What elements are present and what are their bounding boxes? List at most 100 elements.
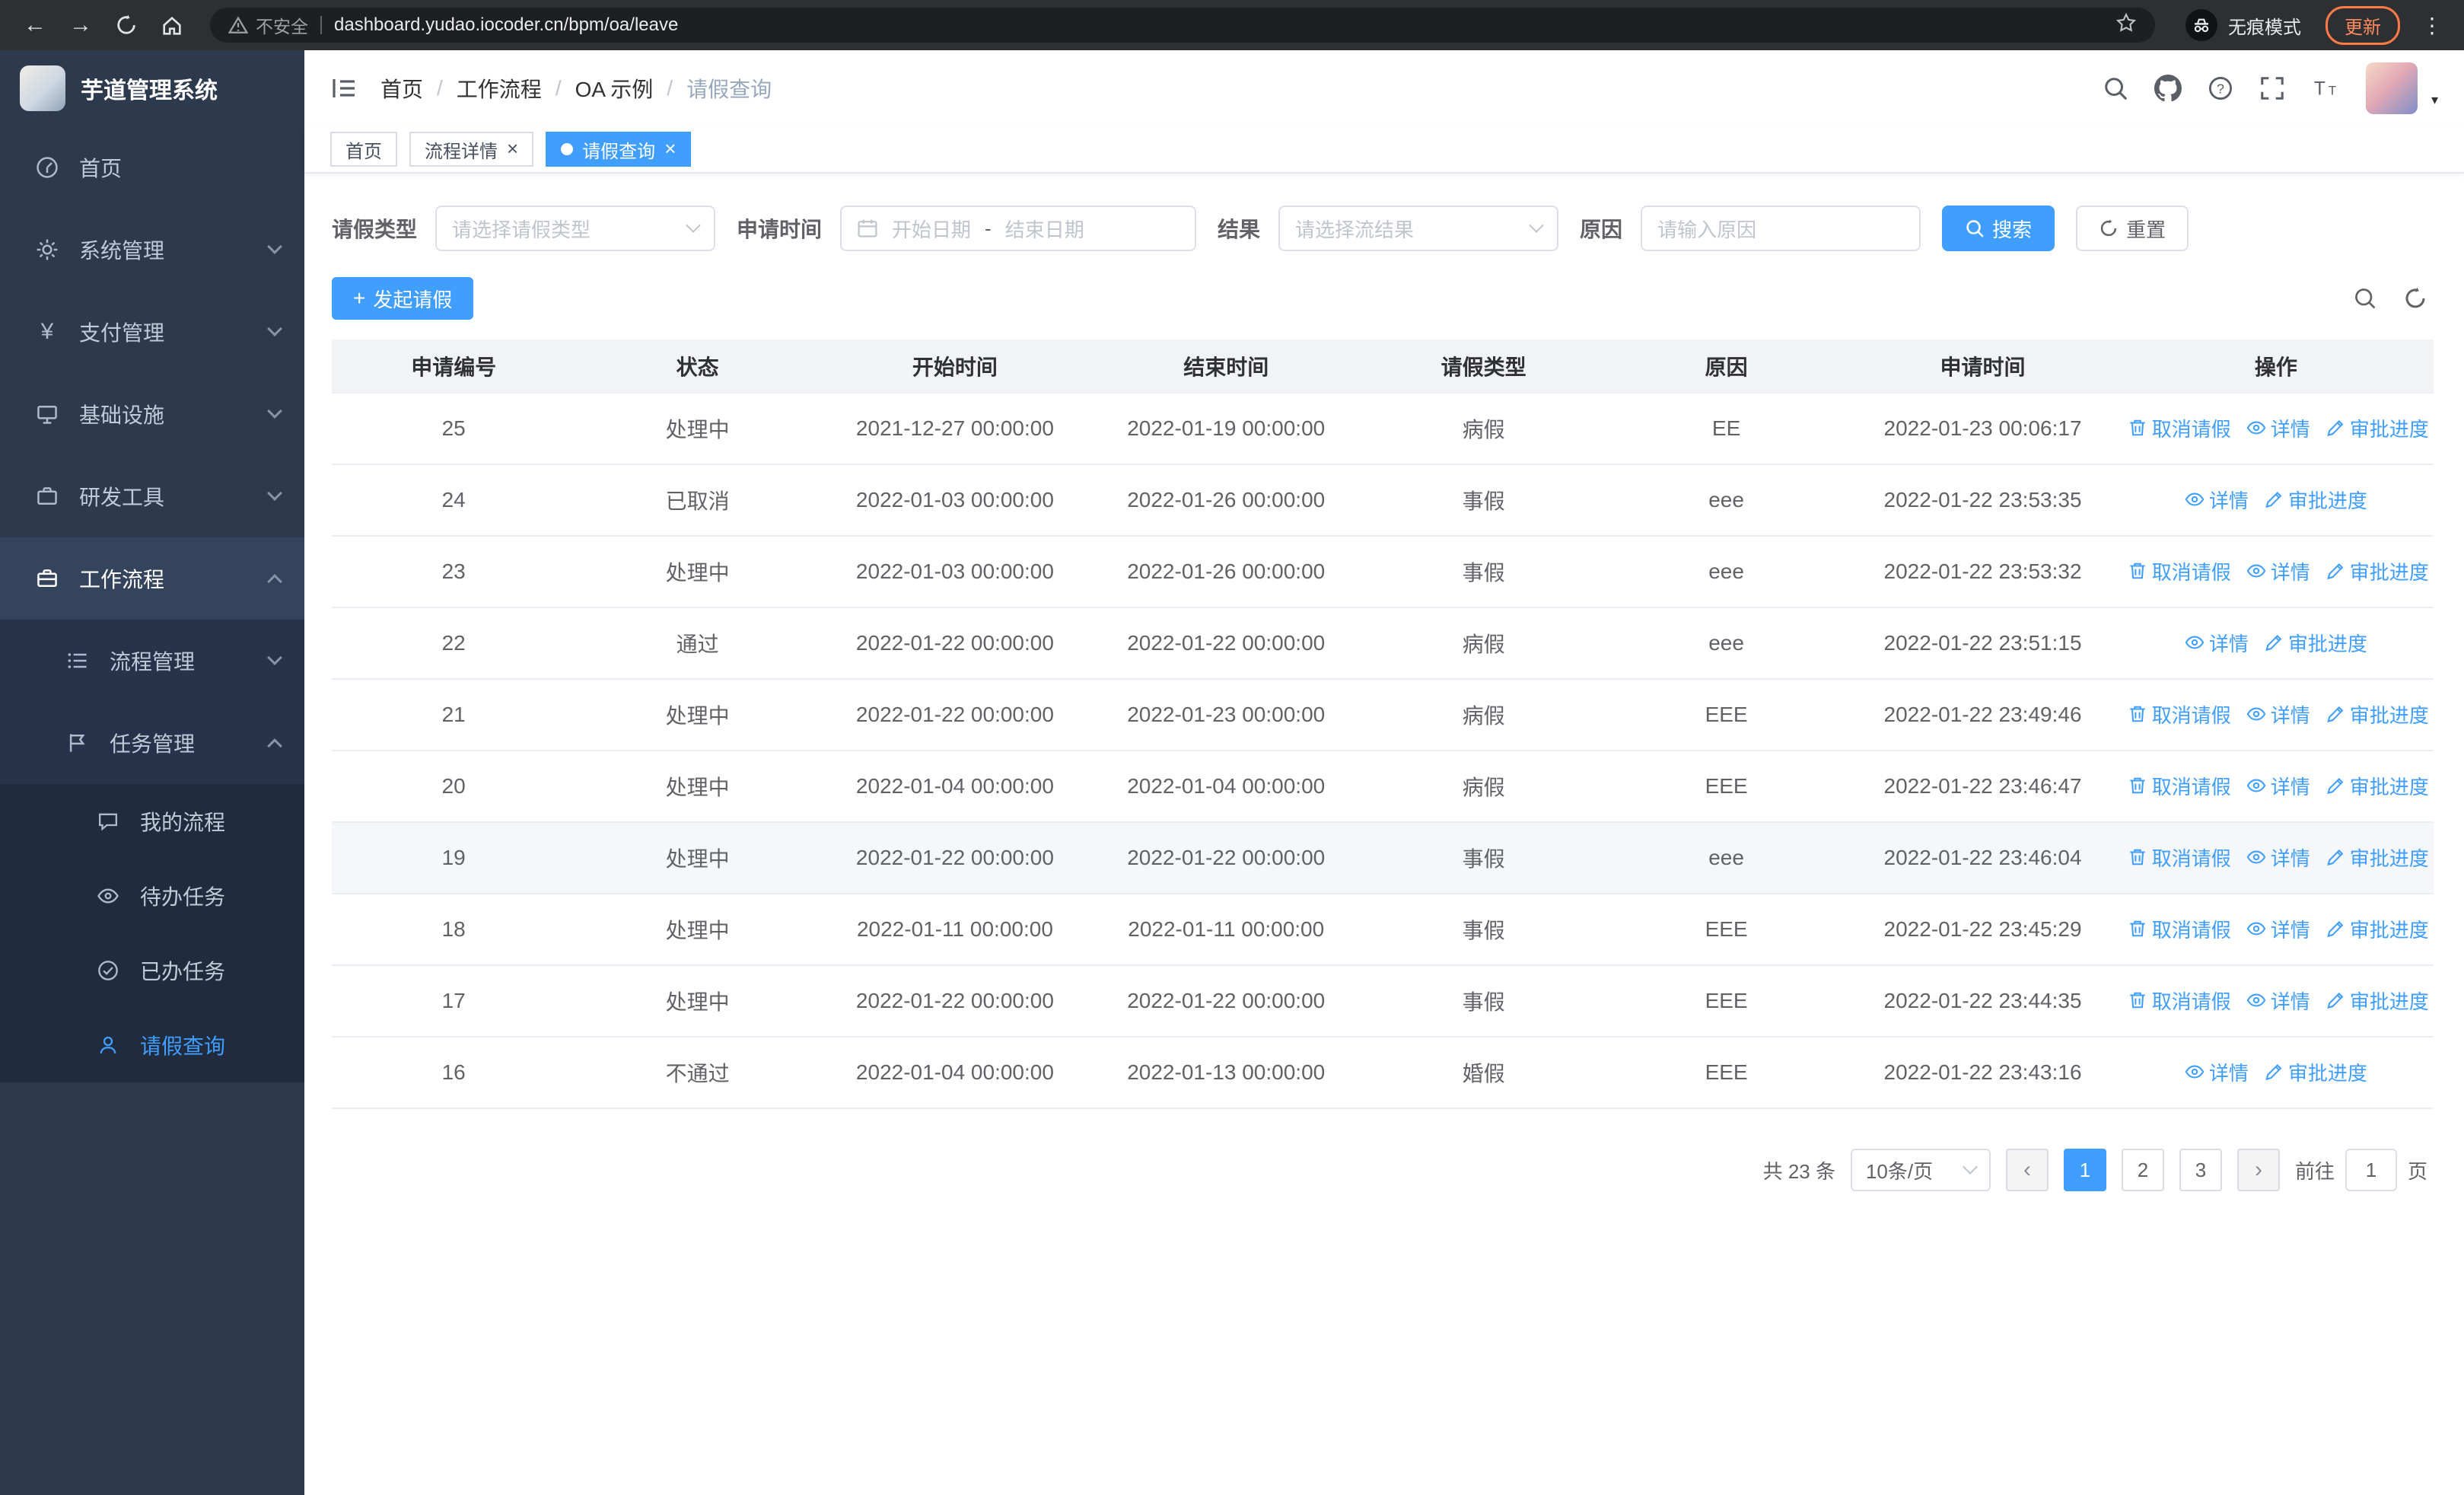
sidebar-item-infrastructure[interactable]: 基础设施 xyxy=(0,373,304,455)
edit-icon xyxy=(2326,850,2344,866)
action-detail-link[interactable]: 详情 xyxy=(2246,414,2310,442)
action-detail-link[interactable]: 详情 xyxy=(2185,1058,2249,1086)
tab-home[interactable]: 首页 xyxy=(330,132,397,167)
action-progress-link[interactable]: 审批进度 xyxy=(2326,987,2429,1015)
breadcrumb-item[interactable]: 首页 xyxy=(380,73,423,104)
cell-type: 事假 xyxy=(1361,464,1606,537)
goto-page-input[interactable] xyxy=(2345,1149,2397,1191)
column-header: 状态 xyxy=(575,339,820,394)
cell-applied: 2022-01-22 23:53:35 xyxy=(1847,464,2119,537)
security-warning[interactable]: 不安全 xyxy=(228,12,308,38)
action-detail-link[interactable]: 详情 xyxy=(2246,843,2310,872)
result-select[interactable]: 请选择流结果 xyxy=(1278,206,1559,251)
cell-status: 已取消 xyxy=(575,464,820,537)
page-button-3[interactable]: 3 xyxy=(2179,1149,2222,1191)
action-progress-link[interactable]: 审批进度 xyxy=(2326,772,2429,800)
action-cancel-link[interactable]: 取消请假 xyxy=(2128,700,2231,728)
action-cancel-link[interactable]: 取消请假 xyxy=(2128,915,2231,943)
action-detail-link[interactable]: 详情 xyxy=(2246,557,2310,585)
back-icon[interactable]: ← xyxy=(15,5,55,45)
app-title: 芋道管理系统 xyxy=(81,78,218,104)
cell-reason: EEE xyxy=(1605,965,1848,1038)
action-progress-link[interactable]: 审批进度 xyxy=(2264,1058,2367,1086)
app-logo[interactable]: 芋道管理系统 xyxy=(0,50,304,126)
search-button[interactable]: 搜索 xyxy=(1942,206,2055,251)
action-progress-link[interactable]: 审批进度 xyxy=(2264,486,2367,514)
action-cancel-link[interactable]: 取消请假 xyxy=(2128,843,2231,872)
bookmark-star-icon[interactable] xyxy=(2115,11,2137,40)
action-detail-link[interactable]: 详情 xyxy=(2185,629,2249,657)
sidebar-item-leave-query[interactable]: 请假查询 xyxy=(0,1008,304,1082)
select-placeholder: 请选择流结果 xyxy=(1295,218,1415,241)
tab-leave-query[interactable]: 请假查询 × xyxy=(546,132,692,167)
action-progress-link[interactable]: 审批进度 xyxy=(2264,629,2367,657)
github-icon[interactable] xyxy=(2154,75,2182,102)
action-progress-link[interactable]: 审批进度 xyxy=(2326,557,2429,585)
tab-process-detail[interactable]: 流程详情 × xyxy=(409,132,534,167)
search-toggle-icon[interactable] xyxy=(2353,286,2377,311)
sidebar-item-payment[interactable]: ¥ 支付管理 xyxy=(0,291,304,373)
sidebar-item-workflow[interactable]: 工作流程 xyxy=(0,537,304,620)
action-cancel-link[interactable]: 取消请假 xyxy=(2128,414,2231,442)
reason-input[interactable]: 请输入原因 xyxy=(1641,206,1921,251)
sidebar-item-system[interactable]: 系统管理 xyxy=(0,209,304,291)
action-progress-link[interactable]: 审批进度 xyxy=(2326,414,2429,442)
tab-label: 流程详情 xyxy=(425,141,498,162)
avatar-caret-icon[interactable]: ▾ xyxy=(2431,92,2438,114)
action-detail-link[interactable]: 详情 xyxy=(2246,772,2310,800)
eye-icon xyxy=(2246,421,2266,435)
collapse-menu-icon[interactable] xyxy=(330,75,358,102)
search-icon[interactable] xyxy=(2103,75,2128,101)
forward-icon[interactable]: → xyxy=(61,5,100,45)
prev-page-button[interactable]: ‹ xyxy=(2005,1149,2049,1191)
url-text[interactable]: dashboard.yudao.iocoder.cn/bpm/oa/leave xyxy=(334,14,678,36)
browser-menu-icon[interactable]: ⋮ xyxy=(2415,13,2449,38)
sidebar-item-my-processes[interactable]: 我的流程 xyxy=(0,784,304,859)
action-cancel-link[interactable]: 取消请假 xyxy=(2128,987,2231,1015)
action-cancel-link[interactable]: 取消请假 xyxy=(2128,772,2231,800)
chevron-up-icon xyxy=(267,738,282,754)
user-avatar[interactable] xyxy=(2365,62,2418,114)
fullscreen-icon[interactable] xyxy=(2259,75,2285,101)
close-icon[interactable]: × xyxy=(664,139,676,158)
reset-button[interactable]: 重置 xyxy=(2076,206,2189,251)
next-page-button[interactable]: › xyxy=(2236,1149,2280,1191)
address-bar[interactable]: 不安全 dashboard.yudao.iocoder.cn/bpm/oa/le… xyxy=(210,8,2155,43)
sidebar-item-devtools[interactable]: 研发工具 xyxy=(0,455,304,537)
font-size-icon[interactable]: TT xyxy=(2311,75,2340,101)
cell-applied: 2022-01-22 23:53:32 xyxy=(1847,536,2119,608)
close-icon[interactable]: × xyxy=(507,139,518,158)
breadcrumb-item[interactable]: 工作流程 xyxy=(457,73,542,104)
home-icon[interactable] xyxy=(152,5,192,45)
action-progress-link[interactable]: 审批进度 xyxy=(2326,700,2429,728)
page-size-select[interactable]: 10条/页 xyxy=(1850,1149,1991,1191)
leave-type-select[interactable]: 请选择请假类型 xyxy=(435,206,716,251)
action-progress-link[interactable]: 审批进度 xyxy=(2326,915,2429,943)
goto-label: 前往 xyxy=(2294,1159,2335,1183)
sidebar-item-home[interactable]: 首页 xyxy=(0,126,304,209)
sidebar-item-process-management[interactable]: 流程管理 xyxy=(0,620,304,702)
cell-status: 处理中 xyxy=(575,822,820,894)
cell-type: 事假 xyxy=(1361,965,1606,1038)
create-leave-button[interactable]: + 发起请假 xyxy=(332,277,474,320)
action-cancel-link[interactable]: 取消请假 xyxy=(2128,557,2231,585)
action-detail-link[interactable]: 详情 xyxy=(2246,700,2310,728)
date-range-picker[interactable]: 开始日期 - 结束日期 xyxy=(840,206,1197,251)
page-button-2[interactable]: 2 xyxy=(2121,1149,2164,1191)
refresh-icon[interactable] xyxy=(107,5,146,45)
cell-actions: 取消请假 详情 审批进度 xyxy=(2118,822,2434,894)
page-button-1[interactable]: 1 xyxy=(2063,1149,2106,1191)
breadcrumb-item[interactable]: OA 示例 xyxy=(575,73,654,104)
action-detail-link[interactable]: 详情 xyxy=(2246,915,2310,943)
action-label: 取消请假 xyxy=(2151,417,2231,441)
refresh-table-icon[interactable] xyxy=(2403,286,2427,311)
browser-update-button[interactable]: 更新 xyxy=(2326,5,2400,45)
sidebar-item-done-tasks[interactable]: 已办任务 xyxy=(0,933,304,1008)
sidebar-item-task-management[interactable]: 任务管理 xyxy=(0,702,304,784)
header-actions: ? TT ▾ xyxy=(2103,62,2438,114)
action-progress-link[interactable]: 审批进度 xyxy=(2326,843,2429,872)
help-icon[interactable]: ? xyxy=(2208,75,2233,101)
action-detail-link[interactable]: 详情 xyxy=(2185,486,2249,514)
action-detail-link[interactable]: 详情 xyxy=(2246,987,2310,1015)
sidebar-item-pending-tasks[interactable]: 待办任务 xyxy=(0,859,304,933)
